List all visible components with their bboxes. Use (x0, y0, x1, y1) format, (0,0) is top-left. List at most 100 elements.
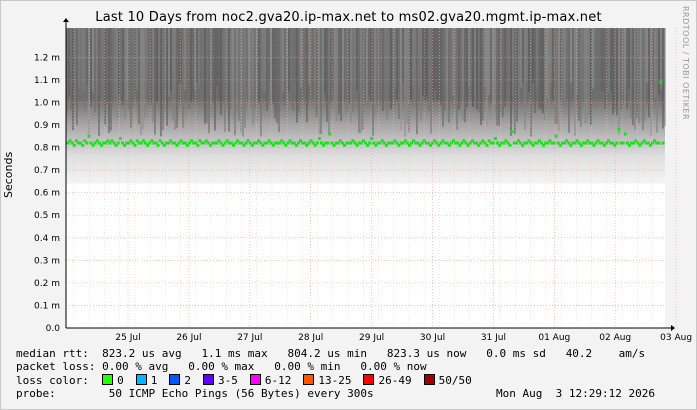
packet-loss-label: packet loss: (16, 360, 96, 374)
smoke-stripe (476, 28, 478, 110)
smoke-stripe (470, 28, 472, 98)
smoke-stripe (164, 28, 166, 109)
median-point (118, 137, 122, 141)
smoke-stripe (512, 28, 514, 96)
smoke-stripe (544, 28, 546, 121)
smoke-stripe (100, 28, 102, 96)
smoke-stripe (86, 28, 88, 86)
smoke-stripe (382, 28, 384, 111)
x-tick-label: 28 Jul (298, 333, 323, 343)
y-tick-label: 0.6 m (34, 189, 60, 199)
x-tick-label: 29 Jul (359, 333, 384, 343)
smoke-stripe (566, 28, 568, 97)
smoke-stripe (74, 28, 76, 105)
smoke-stripe (258, 28, 260, 103)
smoke-stripe (630, 28, 632, 119)
loss-color-swatch (202, 373, 214, 385)
smoke-stripe (106, 28, 108, 102)
smoke-stripe (162, 28, 164, 130)
loss-color-swatch (303, 373, 315, 385)
smoke-stripe (412, 28, 414, 86)
smoke-stripe (204, 28, 206, 124)
smoke-stripe (558, 28, 560, 132)
median-point (133, 143, 137, 147)
smoke-stripe (578, 28, 580, 121)
smoke-stripe (290, 28, 292, 97)
smoke-stripe (262, 28, 264, 91)
smoke-stripe (314, 28, 316, 110)
smoke-stripe (158, 28, 160, 107)
smoke-stripe (518, 28, 520, 105)
smoke-stripe (312, 28, 314, 96)
smoke-stripe (380, 28, 382, 100)
smoke-stripe (608, 28, 610, 93)
median-point (657, 141, 661, 145)
loss-color-row: loss color: 0 1 2 3-5 6-12 13-25 26-49 50/50 (16, 373, 691, 387)
smoke-stripe (354, 28, 356, 104)
x-tick-label: 27 Jul (237, 333, 262, 343)
smoke-stripe (426, 28, 428, 97)
smoke-stripe (568, 28, 570, 133)
smoke-stripe (344, 28, 346, 101)
smoke-stripe (324, 28, 326, 94)
smoke-stripe (442, 28, 444, 127)
smoke-stripe (504, 28, 506, 107)
x-tick-label: 03 Aug (660, 333, 692, 343)
smoke-stripe (244, 28, 246, 128)
smoke-stripe (114, 28, 116, 105)
smoke-stripe (160, 28, 162, 137)
smoke-stripe (418, 28, 420, 91)
smoke-stripe (238, 28, 240, 121)
smoke-stripe (584, 28, 586, 124)
smoke-stripe (362, 28, 364, 130)
median-point (623, 132, 627, 136)
smoke-stripe (120, 28, 122, 88)
loss-color-swatch (102, 373, 114, 385)
smoke-stripe (642, 28, 644, 131)
smoke-stripe (110, 28, 112, 131)
smoke-stripe (506, 28, 508, 88)
smoke-stripe (548, 28, 550, 119)
median-point (368, 141, 372, 145)
smoke-stripe (170, 28, 172, 91)
smoke-stripe (540, 28, 542, 110)
smoke-stripe (610, 28, 612, 92)
smoke-stripe (460, 28, 462, 95)
smoke-stripe (256, 28, 258, 122)
smoke-stripe (230, 28, 232, 110)
smoke-stripe (452, 28, 454, 97)
smoke-stripe (202, 28, 204, 106)
smoke-stripe (260, 28, 262, 137)
smoke-stripe (190, 28, 192, 102)
smoke-stripe (472, 28, 474, 108)
smoke-stripe (572, 28, 574, 100)
smoke-stripe (166, 28, 168, 126)
smoke-stripe (528, 28, 530, 93)
loss-color-swatch (423, 373, 435, 385)
smoke-stripe (416, 28, 418, 135)
smoke-stripe (280, 28, 282, 105)
smoke-stripe (208, 28, 210, 134)
smoke-stripe (368, 28, 370, 96)
smoke-stripe (268, 28, 270, 84)
smoke-stripe (282, 28, 284, 93)
smoke-stripe (398, 28, 400, 120)
smoke-stripe (296, 28, 298, 123)
smoke-stripe (628, 28, 630, 90)
smoke-stripe (422, 28, 424, 96)
median-point (315, 141, 319, 145)
smoke-stripe (180, 28, 182, 84)
loss-color-label: loss color: (16, 373, 89, 387)
smoke-stripe (562, 28, 564, 99)
smoke-stripe (598, 28, 600, 97)
median-point (85, 141, 89, 145)
median-point (493, 137, 497, 141)
smoke-stripe (658, 28, 660, 95)
smoke-stripe (388, 28, 390, 88)
loss-color-item: 6-12 (249, 373, 291, 387)
smoke-stripe (580, 28, 582, 127)
packet-loss-values: 0.00 % avg 0.00 % max 0.00 % min 0.00 % … (102, 360, 427, 374)
probe-value: 50 ICMP Echo Pings (56 Bytes) every 300s (108, 386, 374, 400)
smoke-stripe (542, 28, 544, 114)
smoke-stripe (636, 28, 638, 119)
